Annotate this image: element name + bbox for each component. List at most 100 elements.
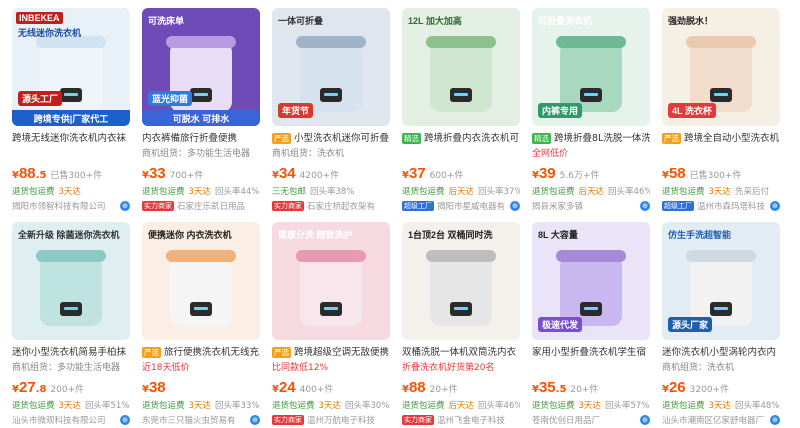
shop-row[interactable]: 汕头市潮南区亿家舒电器厂 ⊕ — [662, 414, 780, 426]
repurchase-rate: 回头率38% — [310, 187, 355, 197]
image-tag: 源头工厂 — [18, 91, 63, 106]
title-badge: 严选 — [142, 347, 161, 358]
price-row: ¥37 600+件 — [402, 163, 520, 182]
product-card[interactable]: 一体可折叠 年货节 严选 小型洗衣机迷你可折叠 商机组货：洗衣机 ¥34 4200+件 … — [272, 8, 390, 212]
product-image[interactable]: 仿生手洗超智能 源头厂家 — [662, 222, 780, 340]
product-title[interactable]: 跨境无线迷你洗衣机内衣袜 — [12, 132, 130, 145]
image-headline: 便携迷你 内衣洗衣机 — [148, 230, 232, 240]
product-card[interactable]: 便携迷你 内衣洗衣机 严选 旅行便携洗衣机无线充 近18天低价 ¥38 退货包运费 3天… — [142, 222, 260, 426]
price: ¥27.8 — [12, 379, 47, 396]
washing-machine-illustration — [556, 250, 626, 326]
product-subline — [662, 148, 780, 160]
shop-row[interactable]: 实力商家 温州万航电子科技 — [272, 414, 390, 426]
product-title[interactable]: 双桶洗脱一体机双筒洗内衣 — [402, 346, 520, 359]
product-title[interactable]: 严选 小型洗衣机迷你可折叠 — [272, 132, 390, 145]
shop-row[interactable]: 超级工厂 揭阳市星威电器有 ⊕ — [402, 200, 520, 212]
product-card[interactable]: 全新升级 除菌迷你洗衣机 迷你小型洗衣机简易手柏抹 商机组货：多功能生活电器 ¥27… — [12, 222, 130, 426]
product-card[interactable]: 可洗床单 蓝光抑菌 可脱水 可排水 内衣裤備旅行折叠便携 商机组货：多功能生活电器 ¥3… — [142, 8, 260, 212]
shop-row[interactable]: 汕头市微观科技有限公司 ⊕ — [12, 414, 130, 426]
shop-name[interactable]: 揭县米家多镇 — [532, 200, 637, 212]
product-title[interactable]: 严选 跨境全自动小型洗衣机 — [662, 132, 780, 145]
service-tag: 退货包运费 — [662, 401, 705, 411]
service-tag: 3天达 — [578, 401, 601, 411]
service-row: 退货包运费 3天达 回头率51% — [12, 399, 130, 411]
service-tag: 后天达 — [448, 187, 475, 197]
cross-border-icon: ⊕ — [120, 415, 130, 425]
image-tag: 蓝光抑菌 — [148, 91, 193, 106]
price-row: ¥88 20+件 — [402, 377, 520, 396]
service-row: 退货包运费 3天达 回头率44% — [142, 185, 260, 197]
service-row: 退货包运费 3天达 先采后付 — [662, 185, 780, 197]
product-title[interactable]: 迷你洗衣机小型涡轮内衣内 — [662, 346, 780, 359]
repurchase-rate: 回头率30% — [344, 401, 390, 411]
shop-name[interactable]: 苍南优创日用品厂 — [532, 414, 637, 426]
product-card[interactable]: 12L 加大加高 精选 跨境折叠内衣洗衣机可 ¥37 600+件 退货包运费 后天达回… — [402, 8, 520, 212]
service-tag: 3天达 — [318, 401, 341, 411]
product-title[interactable]: 内衣裤備旅行折叠便携 — [142, 132, 260, 145]
product-image[interactable]: 1台顶2台 双桶同时洗 — [402, 222, 520, 340]
shop-row[interactable]: 东莞市三只猫火虫贸易有 ⊕ — [142, 414, 260, 426]
shop-row[interactable]: 超级工厂 温州市森玛塔科技 ⊕ — [662, 200, 780, 212]
product-image[interactable]: 全新升级 除菌迷你洗衣机 — [12, 222, 130, 340]
repurchase-rate: 回头率46% — [478, 401, 520, 411]
product-image[interactable]: 健康分洗 精致洗护 — [272, 222, 390, 340]
shop-row[interactable]: 实力商家 石家庄乐凯日用品 — [142, 200, 260, 212]
product-image[interactable]: 便携迷你 内衣洗衣机 — [142, 222, 260, 340]
product-image[interactable]: 可折叠洗衣机 内裤专用 — [532, 8, 650, 126]
title-badge: 精选 — [402, 133, 421, 144]
washing-machine-illustration — [166, 250, 236, 326]
product-title[interactable]: 精选 跨境折叠内衣洗衣机可 — [402, 132, 520, 145]
repurchase-rate: 回头率33% — [214, 401, 260, 411]
shop-name[interactable]: 温州万航电子科技 — [307, 414, 390, 426]
product-subline — [532, 362, 650, 374]
title-text: 内衣裤備旅行折叠便携 — [142, 133, 238, 144]
product-title[interactable]: 严选 跨境超级空调无敌便携 — [272, 346, 390, 359]
sold-count: 700+件 — [169, 171, 204, 181]
product-card[interactable]: 强劲脱水！ 4L 洗衣杯 严选 跨境全自动小型洗衣机 ¥58 已售300+件 退货包运… — [662, 8, 780, 212]
shop-name[interactable]: 石家庄桥起衣架有 — [307, 200, 390, 212]
product-title[interactable]: 迷你小型洗衣机简易手柏抹 — [12, 346, 130, 359]
shop-name[interactable]: 揭阳市星威电器有 — [437, 200, 507, 212]
price: ¥26 — [662, 379, 686, 396]
price: ¥37 — [402, 165, 426, 182]
shop-row[interactable]: 苍南优创日用品厂 ⊕ — [532, 414, 650, 426]
shop-name[interactable]: 温州市森玛塔科技 — [697, 200, 767, 212]
product-title[interactable]: 严选 旅行便携洗衣机无线充 — [142, 346, 260, 359]
shop-name[interactable]: 汕头市潮南区亿家舒电器厂 — [662, 414, 767, 426]
product-image[interactable]: 一体可折叠 年货节 — [272, 8, 390, 126]
product-card[interactable]: 8L 大容量 极速代发 家用小型折叠洗衣机学生宿 ¥35.5 20+件 退货包运费 3… — [532, 222, 650, 426]
service-row: 退货包运费 后天达 回头率46% — [532, 185, 650, 197]
product-image[interactable]: 12L 加大加高 — [402, 8, 520, 126]
sold-count: 200+件 — [50, 385, 85, 395]
product-card[interactable]: 健康分洗 精致洗护 严选 跨境超级空调无敌便携 比同款低12% ¥24 400+件 退… — [272, 222, 390, 426]
shop-row[interactable]: 揭阳市领智科技有限公司 ⊕ — [12, 200, 130, 212]
price-row: ¥39 5.6万+件 — [532, 163, 650, 182]
product-card[interactable]: 仿生手洗超智能 源头厂家 迷你洗衣机小型涡轮内衣内 商机组货：洗衣机 ¥26 3200… — [662, 222, 780, 426]
image-tag: 年货节 — [278, 103, 314, 118]
shop-name[interactable]: 揭阳市领智科技有限公司 — [12, 200, 117, 212]
shop-name[interactable]: 汕头市微观科技有限公司 — [12, 414, 117, 426]
shop-badge: 实力商家 — [272, 201, 304, 211]
cross-border-icon: ⊕ — [510, 201, 520, 211]
shop-name[interactable]: 石家庄乐凯日用品 — [177, 200, 260, 212]
product-card[interactable]: INBEKEA 无线迷你洗衣机 源头工厂 跨境专供|厂家代工 跨境无线迷你洗衣机内衣袜 … — [12, 8, 130, 212]
product-title[interactable]: 精选 跨境折叠8L洗脱一体洗 — [532, 132, 650, 145]
shop-name[interactable]: 东莞市三只猫火虫贸易有 — [142, 414, 247, 426]
product-subline — [12, 148, 130, 160]
product-image[interactable]: 可洗床单 蓝光抑菌 可脱水 可排水 — [142, 8, 260, 126]
title-badge: 严选 — [662, 133, 681, 144]
shop-row[interactable]: 实力商家 石家庄桥起衣架有 — [272, 200, 390, 212]
product-card[interactable]: 可折叠洗衣机 内裤专用 精选 跨境折叠8L洗脱一体洗 全网低价 ¥39 5.6万+件 退… — [532, 8, 650, 212]
product-subline: 商机组货：洗衣机 — [662, 363, 735, 373]
product-title[interactable]: 家用小型折叠洗衣机学生宿 — [532, 346, 650, 359]
shop-name[interactable]: 温州飞金电子科技 — [437, 414, 520, 426]
product-image[interactable]: 强劲脱水！ 4L 洗衣杯 — [662, 8, 780, 126]
sold-count: 600+件 — [429, 171, 464, 181]
shop-row[interactable]: 实力商家 温州飞金电子科技 — [402, 414, 520, 426]
product-card[interactable]: 1台顶2台 双桶同时洗 双桶洗脱一体机双筒洗内衣 折叠洗衣机好货第20名 ¥88 2… — [402, 222, 520, 426]
image-tag: 源头厂家 — [668, 317, 713, 332]
product-image[interactable]: 8L 大容量 极速代发 — [532, 222, 650, 340]
shop-row[interactable]: 揭县米家多镇 ⊕ — [532, 200, 650, 212]
service-row: 退货包运费 3天达 回头率57% — [532, 399, 650, 411]
product-image[interactable]: INBEKEA 无线迷你洗衣机 源头工厂 跨境专供|厂家代工 — [12, 8, 130, 126]
